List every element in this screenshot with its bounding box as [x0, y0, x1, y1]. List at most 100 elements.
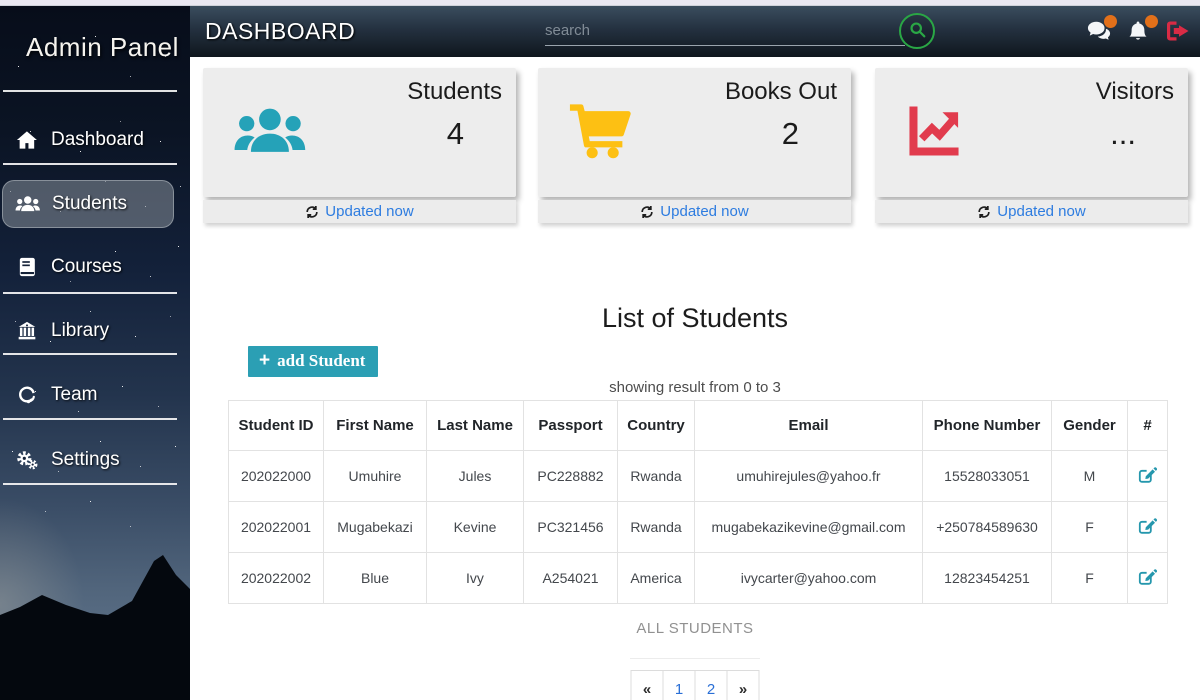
sidebar-divider: [3, 292, 177, 294]
pagination-prev[interactable]: «: [631, 670, 664, 700]
table-cell: Ivy: [427, 553, 524, 604]
sidebar-divider: [3, 163, 177, 165]
admin-panel-app: Admin Panel DashboardStudentsCoursesLibr…: [0, 0, 1200, 700]
table-cell: F: [1052, 553, 1128, 604]
users-icon: [15, 194, 41, 214]
refresh-icon: [640, 205, 654, 219]
updated-now-label: Updated now: [325, 203, 413, 220]
table-cell: Rwanda: [618, 451, 695, 502]
add-student-button[interactable]: + add Student: [248, 346, 378, 377]
stat-card-title: Books Out: [725, 78, 837, 106]
table-row: 202022002BlueIvyA254021Americaivycarter@…: [229, 553, 1168, 604]
chart-icon: [905, 102, 963, 165]
table-cell: Mugabekazi: [324, 502, 427, 553]
table-cell-actions: [1128, 451, 1168, 502]
stat-card-body: Visitors...: [875, 68, 1188, 197]
add-student-label: add Student: [277, 351, 365, 371]
stat-card-body: Books Out2: [538, 68, 851, 197]
sidebar-divider: [3, 353, 177, 355]
column-header: Email: [695, 401, 923, 451]
users-icon: [233, 102, 307, 165]
table-cell: 12823454251: [923, 553, 1052, 604]
table-cell: Jules: [427, 451, 524, 502]
logout-button[interactable]: [1166, 20, 1194, 46]
sidebar-divider: [3, 418, 177, 420]
table-cell: 202022001: [229, 502, 324, 553]
table-cell: A254021: [524, 553, 618, 604]
column-header: Passport: [524, 401, 618, 451]
column-header: Gender: [1052, 401, 1128, 451]
pagination-page-2[interactable]: 2: [695, 670, 728, 700]
updated-now-label: Updated now: [660, 203, 748, 220]
sidebar: Admin Panel DashboardStudentsCoursesLibr…: [0, 6, 190, 700]
chat-icon: [1087, 29, 1111, 46]
table-cell: PC321456: [524, 502, 618, 553]
table-cell: 202022002: [229, 553, 324, 604]
column-header: #: [1128, 401, 1168, 451]
notification-badge: [1104, 15, 1117, 28]
sidebar-item-dashboard[interactable]: Dashboard: [2, 116, 174, 164]
search-button[interactable]: [899, 13, 935, 49]
bell-icon: [1128, 29, 1148, 46]
sidebar-item-students[interactable]: Students: [2, 180, 174, 228]
table-cell: 202022000: [229, 451, 324, 502]
notification-badge: [1145, 15, 1158, 28]
edit-student-button[interactable]: [1138, 465, 1157, 487]
section-heading: List of Students: [190, 303, 1200, 334]
book-icon: [14, 257, 40, 277]
search-icon: [909, 21, 926, 41]
sidebar-item-courses[interactable]: Courses: [2, 243, 174, 291]
table-footer-label: ALL STUDENTS: [190, 620, 1200, 637]
pagination-page-1[interactable]: 1: [663, 670, 696, 700]
card-updated-link[interactable]: Updated now: [538, 200, 851, 223]
card-updated-link[interactable]: Updated now: [203, 200, 516, 223]
edit-icon: [1138, 472, 1157, 487]
column-header: Country: [618, 401, 695, 451]
edit-student-button[interactable]: [1138, 516, 1157, 538]
stat-card-title: Visitors: [1096, 78, 1174, 106]
sidebar-item-label: Students: [52, 193, 127, 215]
table-cell-actions: [1128, 553, 1168, 604]
sidebar-item-team[interactable]: Team: [2, 371, 174, 419]
divider: [630, 658, 760, 659]
sidebar-item-label: Dashboard: [51, 129, 144, 151]
card-updated-link[interactable]: Updated now: [875, 200, 1188, 223]
table-cell: Umuhire: [324, 451, 427, 502]
sidebar-item-label: Team: [51, 384, 97, 406]
sidebar-item-label: Library: [51, 320, 109, 342]
showing-result-text: showing result from 0 to 3: [190, 379, 1200, 396]
starry-sky-decoration: [0, 6, 1, 7]
table-cell: PC228882: [524, 451, 618, 502]
table-cell: Rwanda: [618, 502, 695, 553]
students-table: Student IDFirst NameLast NamePassportCou…: [228, 400, 1168, 604]
table-cell: M: [1052, 451, 1128, 502]
sidebar-divider: [3, 483, 177, 485]
page-title: DASHBOARD: [205, 18, 355, 45]
table-cell: America: [618, 553, 695, 604]
gears-icon: [14, 450, 40, 470]
table-cell: Kevine: [427, 502, 524, 553]
edit-student-button[interactable]: [1138, 567, 1157, 589]
stat-card-value: 4: [447, 116, 464, 152]
stat-card-title: Students: [407, 78, 502, 106]
sidebar-item-settings[interactable]: Settings: [2, 436, 174, 484]
stat-card-value: ...: [1110, 116, 1136, 152]
column-header: First Name: [324, 401, 427, 451]
edit-icon: [1138, 574, 1157, 589]
sidebar-item-label: Settings: [51, 449, 120, 471]
table-cell-actions: [1128, 502, 1168, 553]
table-row: 202022001MugabekaziKevinePC321456Rwandam…: [229, 502, 1168, 553]
notifications-button[interactable]: [1128, 20, 1156, 46]
messages-button[interactable]: [1087, 20, 1115, 46]
topbar: DASHBOARD: [190, 6, 1200, 57]
sidebar-item-library[interactable]: Library: [2, 307, 174, 355]
pagination-next[interactable]: »: [727, 670, 760, 700]
pagination: «12»: [631, 670, 760, 700]
table-header-row: Student IDFirst NameLast NamePassportCou…: [229, 401, 1168, 451]
refresh-icon: [305, 205, 319, 219]
cart-icon: [568, 102, 631, 165]
logout-icon: [1166, 29, 1190, 46]
search-input[interactable]: [545, 16, 905, 46]
sidebar-item-label: Courses: [51, 256, 122, 278]
table-cell: mugabekazikevine@gmail.com: [695, 502, 923, 553]
